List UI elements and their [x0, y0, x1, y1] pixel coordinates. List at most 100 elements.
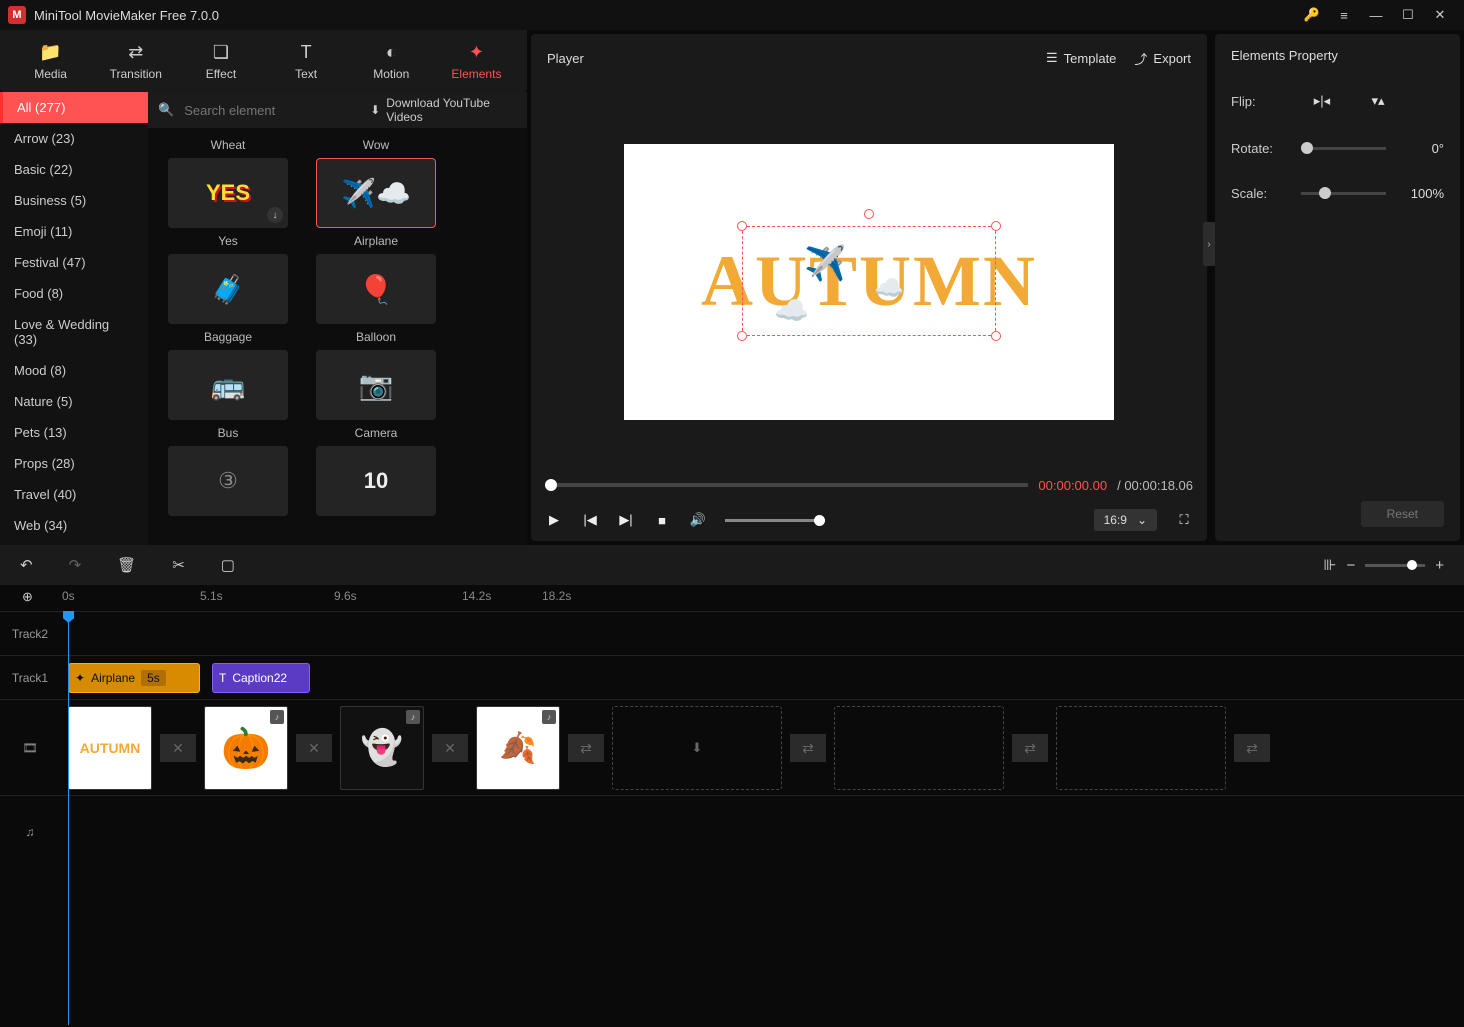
category-mood[interactable]: Mood (8) — [0, 355, 148, 386]
category-festival[interactable]: Festival (47) — [0, 247, 148, 278]
add-track-button[interactable]: ⊕ — [22, 589, 33, 605]
aspect-ratio-select[interactable]: 16:9⌄ — [1094, 509, 1157, 531]
search-row: 🔍 ⬇Download YouTube Videos — [148, 92, 527, 128]
transition-slot[interactable]: ⇄ — [790, 734, 826, 762]
tab-elements[interactable]: ✦Elements — [434, 30, 519, 92]
expand-panel-button[interactable]: › — [1203, 222, 1215, 266]
template-button[interactable]: ☰Template — [1046, 50, 1116, 66]
tab-effect[interactable]: ❏Effect — [178, 30, 263, 92]
play-button[interactable]: ▶ — [545, 512, 563, 528]
crop-button[interactable]: ▢ — [221, 556, 235, 574]
transition-slot[interactable]: ⇄ — [1234, 734, 1270, 762]
flip-vertical-button[interactable]: ▾▴ — [1365, 91, 1391, 111]
category-all[interactable]: All (277) — [0, 92, 148, 123]
transition-slot[interactable]: ✕ — [432, 734, 468, 762]
fullscreen-button[interactable]: ⛶ — [1175, 512, 1193, 528]
element-item[interactable]: 10 — [316, 446, 436, 516]
maximize-button[interactable]: ☐ — [1392, 0, 1424, 30]
clip-text-caption[interactable]: T Caption22 — [212, 663, 310, 693]
element-bus[interactable]: 🚌 — [168, 350, 288, 420]
playhead[interactable] — [68, 611, 69, 1025]
element-balloon[interactable]: 🎈 — [316, 254, 436, 324]
reset-button[interactable]: Reset — [1361, 501, 1444, 527]
fit-button[interactable]: ⊪ — [1323, 556, 1336, 574]
volume-handle[interactable] — [814, 515, 825, 526]
flip-horizontal-button[interactable]: ▸|◂ — [1309, 91, 1335, 111]
category-arrow[interactable]: Arrow (23) — [0, 123, 148, 154]
element-airplane[interactable]: ✈️☁️ — [316, 158, 436, 228]
tab-media[interactable]: 📁Media — [8, 30, 93, 92]
prev-frame-button[interactable]: |◀ — [581, 512, 599, 528]
video-slot-empty[interactable] — [1056, 706, 1226, 790]
transition-slot[interactable]: ✕ — [296, 734, 332, 762]
category-business[interactable]: Business (5) — [0, 185, 148, 216]
track-1[interactable]: Track1 ✦ Airplane 5s T Caption22 — [0, 655, 1464, 699]
app-logo: M — [8, 6, 26, 24]
volume-slider[interactable] — [725, 519, 825, 522]
timeline-ruler[interactable]: ⊕ 0s 5.1s 9.6s 14.2s 18.2s — [0, 585, 1464, 611]
category-web[interactable]: Web (34) — [0, 510, 148, 541]
undo-button[interactable]: ↶ — [20, 556, 33, 574]
category-nature[interactable]: Nature (5) — [0, 386, 148, 417]
handle-br[interactable] — [991, 331, 1001, 341]
category-basic[interactable]: Basic (22) — [0, 154, 148, 185]
tab-text[interactable]: TText — [264, 30, 349, 92]
split-button[interactable]: ✂ — [172, 556, 185, 574]
category-emoji[interactable]: Emoji (11) — [0, 216, 148, 247]
transition-slot[interactable]: ✕ — [160, 734, 196, 762]
handle-bl[interactable] — [737, 331, 747, 341]
minimize-button[interactable]: — — [1360, 0, 1392, 30]
element-item[interactable]: ③ — [168, 446, 288, 516]
audio-badge-icon: ♪ — [270, 710, 284, 724]
video-track[interactable]: 🎞 AUTUMN ✕ 🎃♪ ✕ 👻♪ ✕ 🍂♪ ⇄ ⬇ ⇄ ⇄ ⇄ — [0, 699, 1464, 795]
preview-canvas[interactable]: AUTUMN ✈️ ☁️ ☁️ — [624, 144, 1114, 420]
download-youtube-button[interactable]: ⬇Download YouTube Videos — [370, 96, 517, 124]
category-props[interactable]: Props (28) — [0, 448, 148, 479]
scale-handle[interactable] — [1319, 187, 1331, 199]
category-food[interactable]: Food (8) — [0, 278, 148, 309]
tab-motion[interactable]: ◐Motion — [349, 30, 434, 92]
menu-icon[interactable]: ≡ — [1328, 0, 1360, 30]
volume-icon[interactable]: 🔊 — [689, 512, 707, 528]
clip-element-airplane[interactable]: ✦ Airplane 5s — [68, 663, 200, 693]
stop-button[interactable]: ■ — [653, 513, 671, 528]
category-travel[interactable]: Travel (40) — [0, 479, 148, 510]
transition-slot[interactable]: ⇄ — [568, 734, 604, 762]
zoom-handle[interactable] — [1407, 560, 1417, 570]
video-clip-1[interactable]: AUTUMN — [68, 706, 152, 790]
video-slot-empty[interactable]: ⬇ — [612, 706, 782, 790]
export-button[interactable]: ⤴Export — [1134, 49, 1191, 68]
video-clip-3[interactable]: 👻♪ — [340, 706, 424, 790]
zoom-in-button[interactable]: + — [1435, 557, 1444, 574]
element-baggage[interactable]: 🧳 — [168, 254, 288, 324]
video-clip-2[interactable]: 🎃♪ — [204, 706, 288, 790]
scrubber[interactable] — [545, 483, 1028, 487]
search-input[interactable] — [184, 103, 360, 118]
category-love[interactable]: Love & Wedding (33) — [0, 309, 148, 355]
close-button[interactable]: ✕ — [1424, 0, 1456, 30]
video-clip-4[interactable]: 🍂♪ — [476, 706, 560, 790]
video-slot-empty[interactable] — [834, 706, 1004, 790]
handle-tr[interactable] — [991, 221, 1001, 231]
rotate-handle[interactable] — [1301, 142, 1313, 154]
zoom-slider[interactable] — [1365, 564, 1425, 567]
audio-track[interactable]: ♫ — [0, 795, 1464, 867]
rotate-slider[interactable] — [1301, 147, 1386, 150]
element-camera[interactable]: 📷 — [316, 350, 436, 420]
handle-tl[interactable] — [737, 221, 747, 231]
zoom-out-button[interactable]: − — [1346, 557, 1355, 574]
delete-button[interactable]: 🗑 — [117, 556, 136, 574]
next-frame-button[interactable]: ▶| — [617, 512, 635, 528]
scrubber-handle[interactable] — [545, 479, 557, 491]
handle-rotate[interactable] — [864, 209, 874, 219]
transition-slot[interactable]: ⇄ — [1012, 734, 1048, 762]
track-2[interactable]: Track2 — [0, 611, 1464, 655]
redo-button[interactable]: ↷ — [69, 556, 82, 574]
app-title: MiniTool MovieMaker Free 7.0.0 — [34, 8, 1296, 23]
tab-transition[interactable]: ⇄Transition — [93, 30, 178, 92]
key-icon[interactable]: 🔑 — [1296, 0, 1328, 30]
scale-slider[interactable] — [1301, 192, 1386, 195]
element-yes[interactable]: YES↓ — [168, 158, 288, 228]
selection-box[interactable] — [742, 226, 996, 336]
category-pets[interactable]: Pets (13) — [0, 417, 148, 448]
